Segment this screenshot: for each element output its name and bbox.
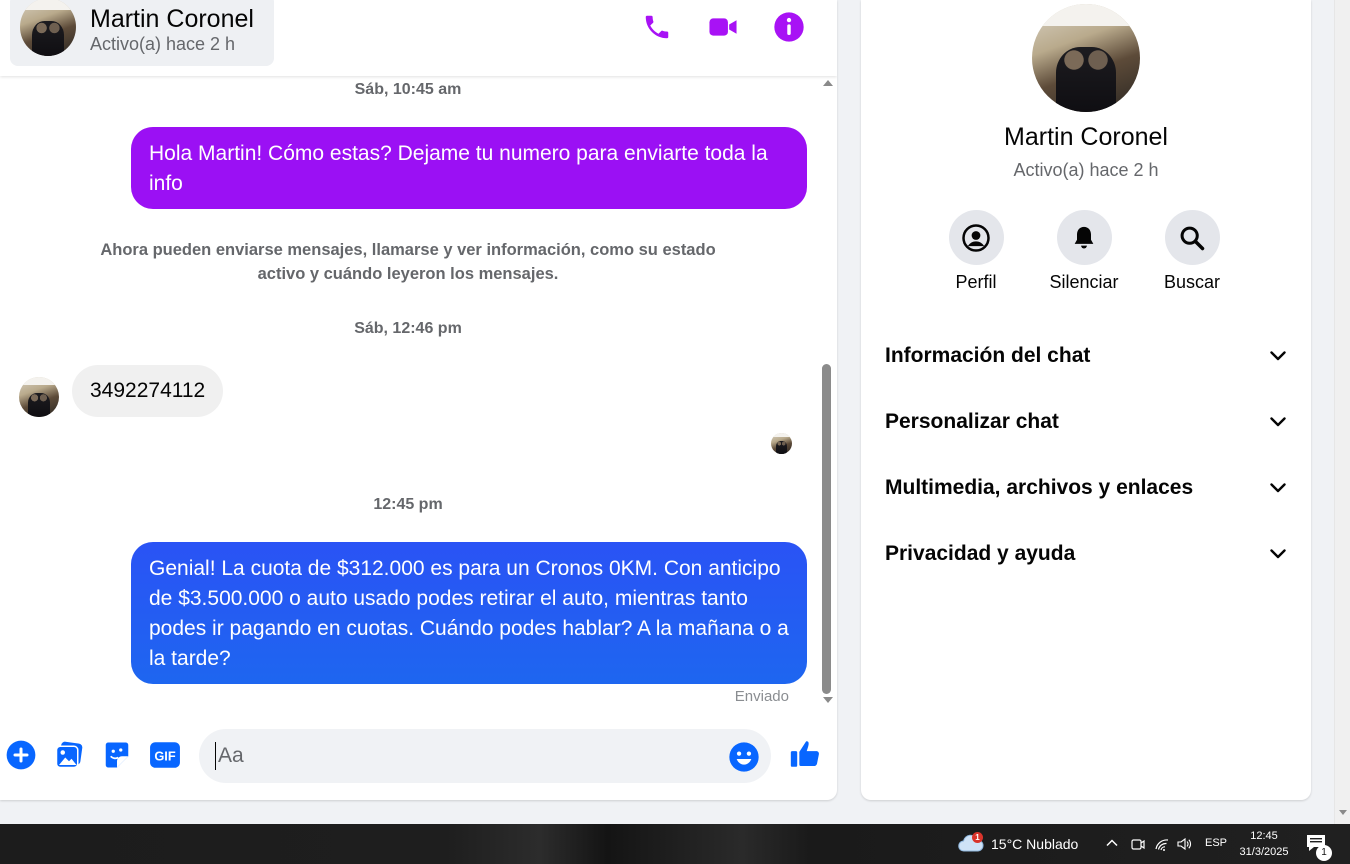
chevron-down-icon: [1269, 545, 1287, 563]
profile-icon[interactable]: [948, 210, 1004, 265]
video-camera-icon[interactable]: [706, 10, 740, 44]
section-privacy-help[interactable]: Privacidad y ayuda: [885, 534, 1287, 574]
outgoing-message[interactable]: Genial! La cuota de $312.000 es para un …: [131, 542, 807, 684]
section-label: Personalizar chat: [885, 410, 1059, 433]
section-label: Privacidad y ayuda: [885, 542, 1076, 565]
incoming-message[interactable]: 3492274112: [72, 365, 224, 417]
contact-status: Activo(a) hace 2 h: [90, 34, 236, 54]
page-scrollbar[interactable]: [1334, 0, 1350, 824]
clock-date: 31/3/2025: [1239, 846, 1289, 858]
search-icon[interactable]: [1164, 210, 1220, 265]
outgoing-message[interactable]: Hola Martin! Cómo estas? Dejame tu numer…: [131, 127, 807, 209]
bell-icon[interactable]: [1056, 210, 1112, 265]
sticker-icon[interactable]: [101, 739, 133, 771]
message-timestamp: Sáb, 12:46 pm: [354, 320, 462, 337]
speaker-icon[interactable]: [1176, 836, 1192, 852]
profile-name: Martin Coronel: [1004, 123, 1168, 151]
chevron-down-icon: [1269, 479, 1287, 497]
chat-panel: Martin Coronel Activo(a) hace 2 h Sáb, 1…: [0, 0, 837, 800]
profile-status: Activo(a) hace 2 h: [1013, 160, 1159, 180]
weather-text[interactable]: 15°C Nublado: [991, 836, 1078, 852]
sender-avatar[interactable]: [19, 377, 59, 417]
message-input-container[interactable]: [199, 729, 771, 783]
message-composer: GIF: [0, 722, 837, 790]
gif-icon[interactable]: GIF: [149, 739, 181, 771]
section-label: Multimedia, archivos y enlaces: [885, 476, 1194, 499]
windows-taskbar: 1 15°C Nublado ESP 12:45 31/3/2025 1: [0, 824, 1350, 864]
chevron-down-icon: [1269, 413, 1287, 431]
chevron-down-icon: [1269, 347, 1287, 365]
profile-action-label: Perfil: [955, 272, 997, 292]
mute-action-button[interactable]: Silenciar: [1039, 210, 1129, 293]
system-notice: Ahora pueden enviarse mensajes, llamarse…: [100, 241, 716, 283]
profile-action-button[interactable]: Perfil: [931, 210, 1021, 293]
scrollbar-thumb[interactable]: [822, 364, 831, 694]
scroll-down-arrow-icon[interactable]: [1339, 810, 1347, 815]
search-action-button[interactable]: Buscar: [1147, 210, 1237, 293]
contact-avatar[interactable]: [20, 0, 76, 56]
message-input[interactable]: [215, 742, 715, 770]
sent-status: Enviado: [734, 688, 789, 705]
svg-text:GIF: GIF: [154, 748, 176, 763]
meet-now-icon[interactable]: [1130, 836, 1146, 852]
message-scrollbar[interactable]: [819, 76, 835, 710]
plus-icon[interactable]: [5, 739, 37, 771]
read-receipt-avatar: [771, 433, 792, 454]
contact-profile-photo[interactable]: [1032, 4, 1140, 112]
message-list[interactable]: Sáb, 10:45 am Hola Martin! Cómo estas? D…: [0, 76, 820, 710]
info-icon[interactable]: [772, 10, 806, 44]
image-icon[interactable]: [53, 739, 85, 771]
search-action-label: Buscar: [1163, 272, 1221, 292]
contact-name[interactable]: Martin Coronel: [90, 5, 254, 34]
notification-count-badge: 1: [1316, 845, 1332, 861]
chat-info-panel: Martin Coronel Activo(a) hace 2 h Perfil…: [861, 0, 1311, 800]
scroll-up-arrow-icon[interactable]: [823, 80, 833, 86]
section-chat-info[interactable]: Información del chat: [885, 336, 1287, 376]
mute-action-label: Silenciar: [1049, 272, 1119, 292]
section-label: Información del chat: [885, 344, 1091, 367]
message-timestamp: 12:45 pm: [373, 496, 443, 513]
clock-time: 12:45: [1250, 830, 1278, 842]
emoji-icon[interactable]: [728, 741, 760, 773]
thumbs-up-icon[interactable]: [787, 736, 823, 772]
section-media-files-links[interactable]: Multimedia, archivos y enlaces: [885, 468, 1287, 508]
weather-alert-badge: 1: [972, 832, 983, 843]
scroll-down-arrow-icon[interactable]: [823, 697, 833, 703]
message-timestamp: Sáb, 10:45 am: [354, 81, 462, 98]
phone-icon[interactable]: [640, 10, 674, 44]
chat-header: Martin Coronel Activo(a) hace 2 h: [0, 0, 837, 76]
wifi-icon[interactable]: [1154, 836, 1170, 852]
taskbar-clock[interactable]: 12:45 31/3/2025: [1232, 828, 1296, 860]
chevron-up-icon[interactable]: [1104, 835, 1120, 851]
section-customize-chat[interactable]: Personalizar chat: [885, 402, 1287, 442]
input-language-indicator[interactable]: ESP: [1205, 837, 1227, 849]
